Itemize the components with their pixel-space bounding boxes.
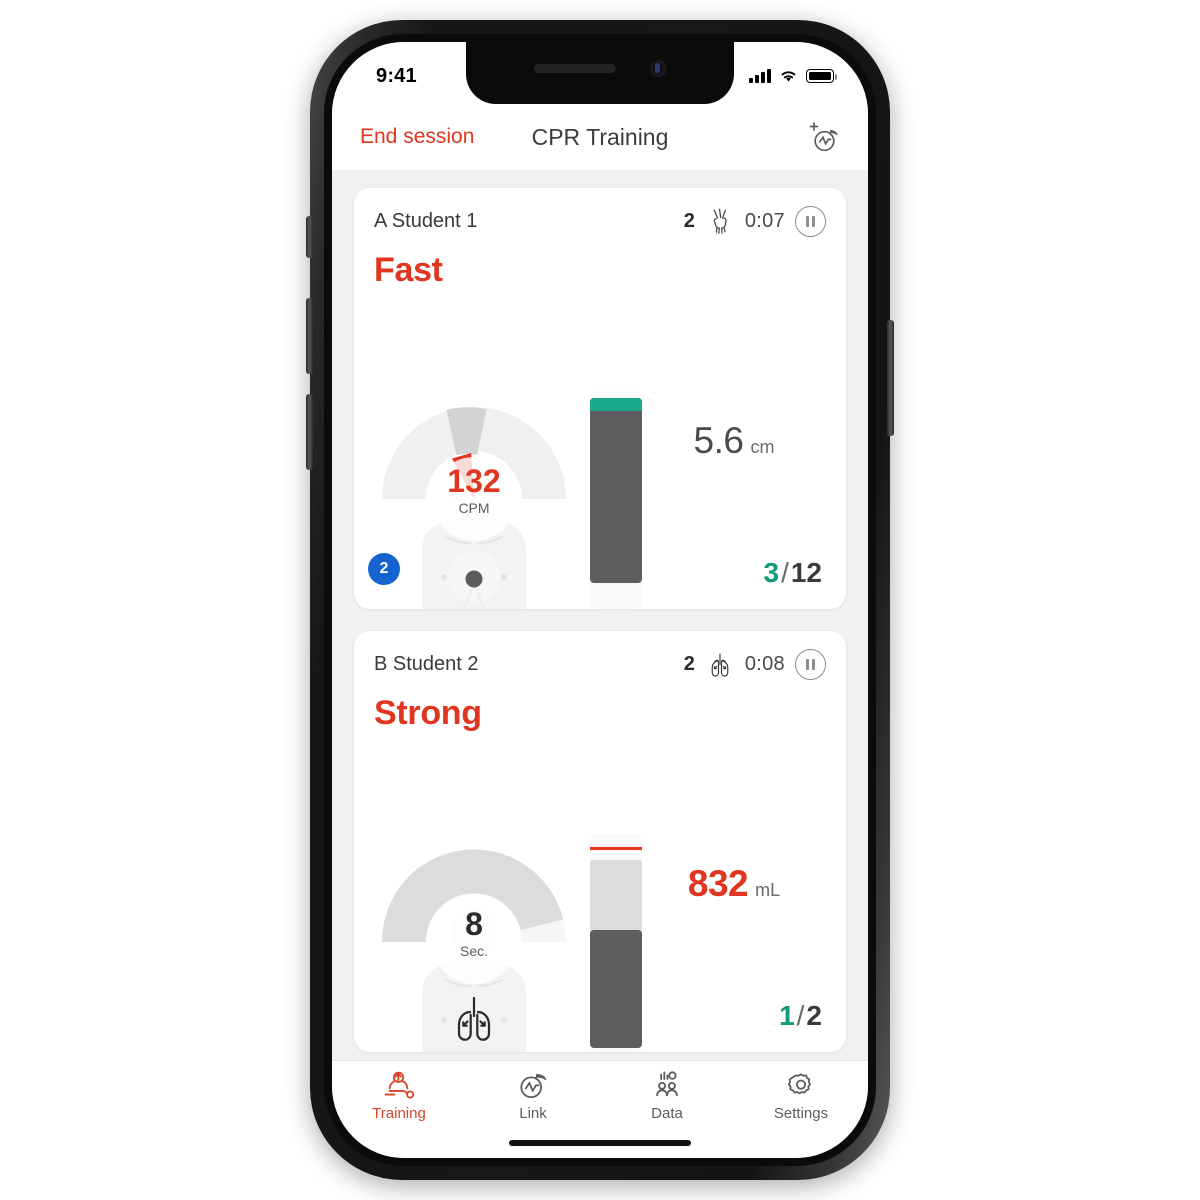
tab-settings[interactable]: Settings: [753, 1070, 849, 1122]
wifi-icon: [781, 71, 796, 82]
pause-button[interactable]: [795, 206, 826, 237]
metrics-row: 132 CPM 5.6 cm 3/12: [374, 290, 826, 609]
depth-bar-cap: [590, 397, 642, 411]
status-indicators: [749, 69, 838, 83]
card-header-right: 2 0:08: [684, 649, 826, 680]
card-header: B Student 2 2 0:08: [374, 649, 826, 680]
card-header-right: 2 0:07: [684, 206, 826, 237]
ventilation-gauge: 8 Sec.: [374, 834, 574, 1052]
mute-switch[interactable]: [306, 216, 313, 258]
status-badge: 2: [368, 553, 400, 585]
cycle-count: 2: [683, 653, 695, 675]
cycles-total: 12: [790, 557, 822, 588]
student-name: A Student 1: [374, 210, 478, 232]
card-header: A Student 1 2 0:07: [374, 206, 826, 237]
cycles-done: 3: [763, 557, 780, 588]
card-timer: 0:08: [744, 653, 785, 675]
tab-link[interactable]: Link: [485, 1070, 581, 1122]
link-stopwatch-icon: [520, 1073, 547, 1099]
compression-hands-icon: [713, 208, 727, 234]
volume-bar: [590, 834, 642, 1052]
cycle-ratio: 3/12: [763, 557, 822, 589]
end-session-button[interactable]: End session: [360, 125, 474, 149]
ratio-separator: /: [796, 1000, 805, 1031]
cellular-signal-icon: [749, 69, 771, 83]
volume-bar-fill: [590, 929, 642, 1048]
volume-value: 832: [687, 862, 749, 904]
front-camera: [649, 60, 667, 77]
app-nav-bar: End session CPR Training: [332, 104, 868, 170]
phone-device-frame: 9:41 End session CPR Training A Student …: [306, 20, 894, 1180]
screenshot-root: 9:41 End session CPR Training A Student …: [0, 0, 1200, 1200]
add-session-button[interactable]: [804, 119, 842, 155]
gear-icon: [787, 1073, 811, 1095]
lungs-icon: [711, 652, 729, 677]
volume-up-button[interactable]: [306, 298, 313, 374]
feedback-text: Fast: [374, 251, 443, 289]
tab-data[interactable]: Data: [619, 1070, 715, 1122]
gauge-graphic: [381, 849, 566, 1052]
metrics-row: 8 Sec. 832 mL 1/2: [374, 733, 826, 1052]
tab-label: Data: [651, 1105, 683, 1122]
depth-value: 5.6: [693, 419, 744, 461]
card-timer: 0:07: [744, 210, 785, 232]
ratio-separator: /: [781, 557, 789, 588]
cycles-done: 1: [779, 1000, 795, 1031]
feedback-text: Strong: [374, 694, 482, 732]
rate-gauge: 132 CPM: [374, 391, 574, 609]
power-button[interactable]: [887, 320, 894, 436]
cpr-training-icon: [384, 1071, 415, 1099]
volume-measure: 832 mL: [642, 863, 826, 923]
cycle-ratio: 1/2: [779, 1000, 822, 1032]
cycles-total: 2: [806, 1000, 822, 1031]
tab-label: Training: [372, 1105, 426, 1122]
volume-down-button[interactable]: [306, 394, 313, 470]
depth-bar: [590, 391, 642, 609]
tab-label: Settings: [773, 1105, 829, 1122]
depth-unit: cm: [750, 436, 775, 457]
gauge-graphic: [382, 407, 566, 609]
volume-unit: mL: [755, 879, 781, 900]
tab-label: Link: [519, 1105, 547, 1122]
student-card-b[interactable]: B Student 2 2 0:08 Strong 8 Sec. 832 mL …: [354, 631, 846, 1052]
volume-limit-line: [590, 847, 642, 851]
data-people-icon: [656, 1071, 678, 1097]
student-card-a[interactable]: A Student 1 2 0:07 Fast 132 CPM 5.6 cm 3…: [354, 188, 846, 609]
training-card-list: A Student 1 2 0:07 Fast 132 CPM 5.6 cm 3…: [332, 170, 868, 1060]
add-session-icon: [809, 122, 838, 152]
depth-bar-fill: [590, 397, 642, 583]
battery-icon: [806, 69, 838, 83]
tab-training[interactable]: Training: [351, 1070, 447, 1122]
cycle-count: 2: [683, 210, 695, 232]
pause-button[interactable]: [795, 649, 826, 680]
earpiece-speaker: [533, 64, 616, 73]
home-indicator[interactable]: [509, 1140, 691, 1146]
student-name: B Student 2: [374, 653, 479, 675]
device-notch: [466, 42, 734, 104]
depth-readout: 5.6 cm 3/12: [642, 290, 826, 609]
phone-screen: 9:41 End session CPR Training A Student …: [332, 42, 868, 1158]
status-time: 9:41: [376, 64, 417, 87]
volume-readout: 832 mL 1/2: [642, 733, 826, 1052]
phone-bezel: 9:41 End session CPR Training A Student …: [324, 34, 876, 1166]
depth-measure: 5.6 cm: [642, 420, 826, 480]
